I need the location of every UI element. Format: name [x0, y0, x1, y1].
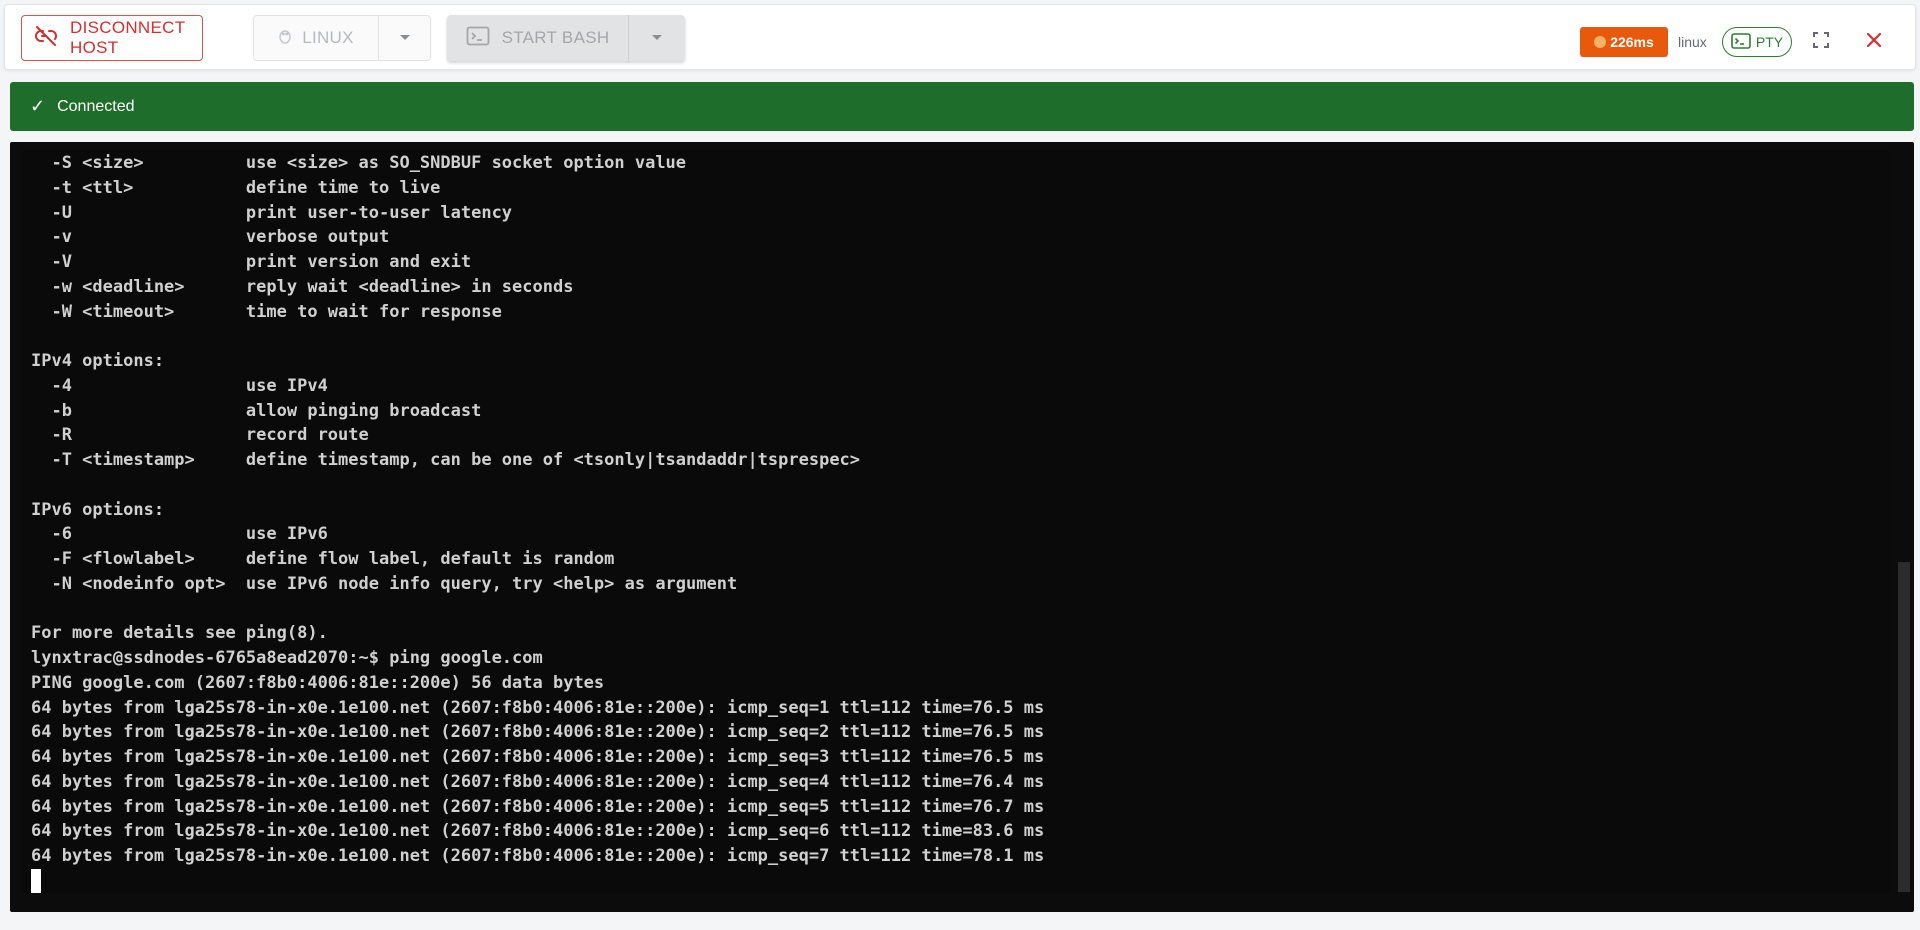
terminal-line: For more details see ping(8).: [31, 623, 328, 644]
terminal-line: IPv4 options:: [31, 351, 165, 371]
terminal-line: -V print version and exit: [31, 252, 472, 272]
latency-dot-icon: [1594, 36, 1607, 48]
terminal-line: -4 use IPv4: [31, 375, 328, 396]
fullscreen-button[interactable]: [1808, 29, 1834, 55]
pty-chip: PTY: [1722, 27, 1792, 57]
terminal-scrollbar-thumb[interactable]: [1898, 562, 1910, 892]
os-select-split-button: LINUX: [253, 15, 431, 61]
start-bash-button[interactable]: START BASH: [447, 15, 629, 61]
fullscreen-icon: [1813, 31, 1829, 53]
terminal-output[interactable]: -S <size> use <size> as SO_SNDBUF socket…: [21, 151, 1891, 893]
close-button[interactable]: [1861, 29, 1887, 55]
terminal-line: 64 bytes from lga25s78-in-x0e.1e100.net …: [31, 821, 1045, 842]
close-icon: [1866, 32, 1882, 53]
terminal-panel: -S <size> use <size> as SO_SNDBUF socket…: [10, 142, 1914, 912]
terminal-line: 64 bytes from lga25s78-in-x0e.1e100.net …: [31, 697, 1045, 718]
terminal-line: -F <flowlabel> define flow label, defaul…: [31, 549, 615, 569]
os-select-label: LINUX: [302, 28, 354, 47]
disconnect-host-label: DISCONNECT HOST: [70, 18, 186, 57]
connection-status-bar: ✓ Connected: [10, 82, 1914, 131]
terminal-cursor: [31, 868, 41, 893]
terminal-line: -6 use IPv6: [31, 524, 328, 545]
chevron-down-icon: [399, 29, 411, 47]
terminal-line: -N <nodeinfo opt> use IPv6 node info que…: [31, 573, 738, 594]
terminal-line: -v verbose output: [31, 227, 390, 248]
terminal-prompt-line: [21, 868, 1891, 893]
latency-badge: 226ms: [1580, 27, 1668, 57]
terminal-line: PING google.com (2607:f8b0:4006:81e::200…: [31, 672, 605, 693]
terminal-line: 64 bytes from lga25s78-in-x0e.1e100.net …: [31, 747, 1045, 767]
start-bash-label: START BASH: [501, 28, 610, 47]
start-shell-split-button: START BASH: [447, 15, 685, 61]
chevron-down-icon: [651, 29, 663, 47]
terminal-line: -R record route: [31, 425, 369, 446]
terminal-line: -b allow pinging broadcast: [31, 400, 482, 421]
latency-value: 226ms: [1610, 34, 1654, 50]
terminal-line: 64 bytes from lga25s78-in-x0e.1e100.net …: [31, 722, 1045, 743]
terminal-line: -t <ttl> define time to live: [31, 177, 441, 198]
link-off-icon: [34, 24, 58, 53]
terminal-icon: [1731, 32, 1751, 52]
pty-label: PTY: [1755, 34, 1784, 50]
os-select-button[interactable]: LINUX: [254, 16, 379, 60]
terminal-scrollbar[interactable]: [1896, 142, 1912, 894]
terminal-line: 64 bytes from lga25s78-in-x0e.1e100.net …: [31, 771, 1045, 792]
connection-status-text: Connected: [57, 97, 135, 115]
terminal-line: 64 bytes from lga25s78-in-x0e.1e100.net …: [31, 796, 1045, 817]
terminal-line: -U print user-to-user latency: [31, 202, 513, 223]
os-name-label: linux: [1678, 34, 1707, 50]
terminal-icon: [466, 26, 490, 51]
terminal-line: IPv6 options:: [31, 499, 165, 520]
terminal-line: lynxtrac@ssdnodes-6765a8ead2070:~$ ping …: [31, 648, 543, 668]
linux-tux-icon: [278, 28, 292, 49]
terminal-line: -W <timeout> time to wait for response: [31, 301, 502, 322]
terminal-line: -w <deadline> reply wait <deadline> in s…: [31, 276, 574, 297]
disconnect-host-button[interactable]: DISCONNECT HOST: [21, 15, 203, 61]
check-icon: ✓: [30, 96, 46, 116]
shell-select-dropdown-button[interactable]: [629, 15, 685, 61]
connection-toolbar: DISCONNECT HOST LINUX START BASH 226ms l…: [4, 4, 1916, 70]
terminal-line: 64 bytes from lga25s78-in-x0e.1e100.net …: [31, 846, 1045, 866]
os-select-dropdown-button[interactable]: [379, 16, 430, 60]
terminal-line: -S <size> use <size> as SO_SNDBUF socket…: [31, 153, 687, 173]
terminal-line: -T <timestamp> define timestamp, can be …: [31, 450, 861, 470]
